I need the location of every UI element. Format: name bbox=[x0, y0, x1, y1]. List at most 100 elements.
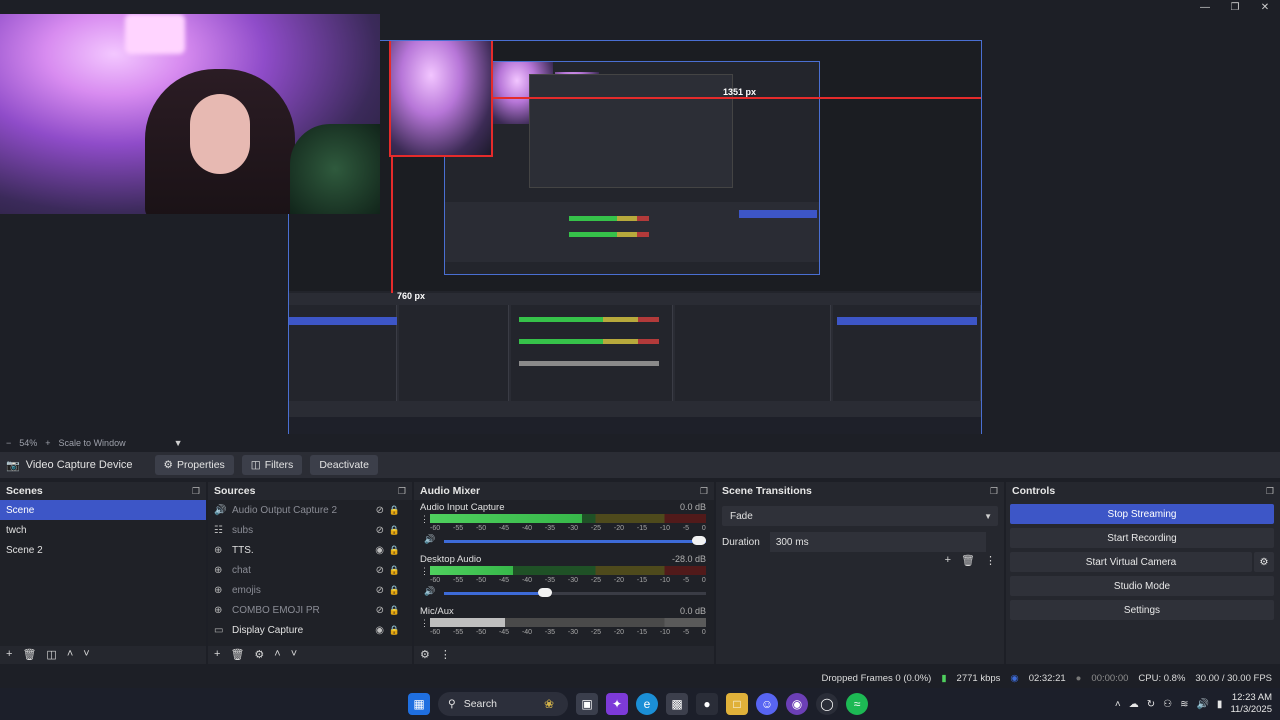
trash-icon[interactable]: 🗑 bbox=[22, 648, 36, 661]
eye-hidden-icon[interactable]: ⊘ bbox=[376, 525, 384, 536]
stop-streaming-button[interactable]: Stop Streaming bbox=[1010, 504, 1274, 524]
eye-hidden-icon[interactable]: ⊘ bbox=[376, 585, 384, 596]
pin-icon[interactable]: ● bbox=[696, 693, 718, 715]
move-up-icon[interactable]: ˄ bbox=[67, 648, 73, 660]
move-up-icon[interactable]: ˄ bbox=[274, 648, 280, 660]
close-icon[interactable]: ✕ bbox=[1250, 0, 1280, 14]
scenes-title: Scenes bbox=[6, 485, 43, 497]
tick-label: -40 bbox=[521, 629, 533, 636]
move-down-icon[interactable]: ˅ bbox=[83, 648, 89, 660]
mixer-channel: Audio Input Capture 0.0 dB ⋮ -60 -55 -50 -45 -4… bbox=[414, 500, 714, 552]
edge-browser-icon[interactable]: e bbox=[636, 693, 658, 715]
lock-icon[interactable]: 🔒 bbox=[389, 505, 400, 516]
source-item[interactable]: ⊕ emojis ⊘ 🔒 bbox=[208, 580, 412, 600]
source-item[interactable]: ☷ subs ⊘ 🔒 bbox=[208, 520, 412, 540]
zoom-in-icon[interactable]: + bbox=[45, 438, 50, 448]
eye-icon[interactable]: ◉ bbox=[375, 625, 384, 636]
undock-icon[interactable]: ❐ bbox=[1266, 486, 1274, 497]
lock-icon[interactable]: 🔒 bbox=[389, 525, 400, 536]
microphone-icon[interactable]: ⚇ bbox=[1163, 699, 1172, 710]
virtual-camera-settings-icon[interactable]: ⚙ bbox=[1254, 552, 1274, 572]
app-icon[interactable]: ◉ bbox=[786, 693, 808, 715]
scene-item-twch[interactable]: twch bbox=[0, 520, 206, 540]
eye-icon[interactable]: ◉ bbox=[375, 545, 384, 556]
source-item[interactable]: ⊕ COMBO EMOJI PR ⊘ 🔒 bbox=[208, 600, 412, 620]
source-item[interactable]: 🔊 Audio Output Capture 2 ⊘ 🔒 bbox=[208, 500, 412, 520]
windows-start-icon[interactable]: ▦ bbox=[408, 693, 430, 715]
task-view-icon[interactable]: ▣ bbox=[576, 693, 598, 715]
wifi-icon[interactable]: ≋ bbox=[1180, 699, 1188, 710]
spotify-icon[interactable]: ≈ bbox=[846, 693, 868, 715]
lock-icon[interactable]: 🔒 bbox=[389, 545, 400, 556]
cloud-icon[interactable]: ☁ bbox=[1129, 699, 1139, 710]
undock-icon[interactable]: ❐ bbox=[192, 486, 200, 497]
channel-menu-icon[interactable]: ⋮ bbox=[420, 618, 429, 629]
transition-select[interactable]: Fade ▼ bbox=[722, 506, 998, 526]
chevron-up-icon[interactable]: ˄ bbox=[1115, 699, 1121, 710]
store-icon[interactable]: ▩ bbox=[666, 693, 688, 715]
chevron-down-icon[interactable]: ▼ bbox=[174, 438, 183, 448]
lock-icon[interactable]: 🔒 bbox=[389, 625, 400, 636]
network-sync-icon[interactable]: ↻ bbox=[1147, 699, 1155, 710]
source-item[interactable]: ⊕ TTS. ◉ 🔒 bbox=[208, 540, 412, 560]
add-icon[interactable]: + bbox=[214, 648, 220, 660]
deactivate-button[interactable]: Deactivate bbox=[310, 455, 378, 475]
undock-icon[interactable]: ❐ bbox=[700, 486, 708, 497]
duration-input[interactable]: 300 ms bbox=[769, 532, 986, 552]
tick-label: -40 bbox=[521, 577, 533, 584]
obs-studio-icon[interactable]: ◯ bbox=[816, 693, 838, 715]
properties-button[interactable]: ⚙ Properties bbox=[154, 455, 234, 475]
gear-icon[interactable]: ⚙ bbox=[254, 648, 264, 661]
source-item[interactable]: ⊕ chat ⊘ 🔒 bbox=[208, 560, 412, 580]
source-item[interactable]: ▭ Display Capture ◉ 🔒 bbox=[208, 620, 412, 640]
volume-slider[interactable]: 🔊 bbox=[424, 534, 706, 546]
undock-icon[interactable]: ❐ bbox=[990, 486, 998, 497]
speaker-icon[interactable]: 🔊 bbox=[424, 534, 435, 545]
scene-item-scene[interactable]: Scene bbox=[0, 500, 206, 520]
maximize-icon[interactable]: ❐ bbox=[1220, 0, 1250, 14]
undock-icon[interactable]: ❐ bbox=[398, 486, 406, 497]
channel-menu-icon[interactable]: ⋮ bbox=[420, 514, 429, 525]
nested-obs-docks: 760 px bbox=[289, 291, 981, 417]
nested-transitions-dock bbox=[675, 305, 831, 401]
minimize-icon[interactable]: — bbox=[1190, 0, 1220, 14]
eye-hidden-icon[interactable]: ⊘ bbox=[376, 565, 384, 576]
slider-knob[interactable] bbox=[538, 588, 553, 597]
taskbar-search[interactable]: ⚲ Search ❀ bbox=[438, 692, 568, 716]
tick-label: -55 bbox=[452, 629, 464, 636]
preview-canvas[interactable]: 1351 px 760 px bbox=[288, 40, 982, 444]
zoom-out-icon[interactable]: − bbox=[6, 438, 11, 448]
advanced-audio-icon[interactable]: ⚙ bbox=[420, 648, 430, 661]
lock-icon[interactable]: 🔒 bbox=[389, 605, 400, 616]
eye-hidden-icon[interactable]: ⊘ bbox=[376, 505, 384, 516]
scene-filters-icon[interactable]: ◫ bbox=[46, 648, 56, 661]
more-options-icon[interactable]: ⋮ bbox=[985, 554, 996, 567]
lock-icon[interactable]: 🔒 bbox=[389, 585, 400, 596]
more-options-icon[interactable]: ⋮ bbox=[440, 648, 451, 661]
scene-item-scene-2[interactable]: Scene 2 bbox=[0, 540, 206, 560]
battery-icon[interactable]: ▮ bbox=[1217, 699, 1223, 710]
system-clock[interactable]: 12:23 AM 11/3/2025 bbox=[1230, 692, 1272, 716]
volume-slider[interactable]: 🔊 bbox=[424, 586, 706, 598]
move-down-icon[interactable]: ˅ bbox=[291, 648, 297, 660]
eye-hidden-icon[interactable]: ⊘ bbox=[376, 605, 384, 616]
speaker-icon[interactable]: 🔊 bbox=[424, 586, 435, 597]
preview-area[interactable]: 1351 px 760 px bbox=[0, 14, 1280, 444]
discord-icon[interactable]: ☺ bbox=[756, 693, 778, 715]
settings-button[interactable]: Settings bbox=[1010, 600, 1274, 620]
add-icon[interactable]: + bbox=[6, 648, 12, 660]
volume-icon[interactable]: 🔊 bbox=[1196, 699, 1208, 710]
slider-knob[interactable] bbox=[692, 536, 706, 545]
file-explorer-icon[interactable]: □ bbox=[726, 693, 748, 715]
filters-button[interactable]: ◫ Filters bbox=[241, 455, 303, 475]
start-virtual-camera-button[interactable]: Start Virtual Camera bbox=[1010, 552, 1252, 572]
start-recording-button[interactable]: Start Recording bbox=[1010, 528, 1274, 548]
studio-mode-button[interactable]: Studio Mode bbox=[1010, 576, 1274, 596]
copilot-icon[interactable]: ✦ bbox=[606, 693, 628, 715]
lock-icon[interactable]: 🔒 bbox=[389, 565, 400, 576]
channel-menu-icon[interactable]: ⋮ bbox=[420, 566, 429, 577]
trash-icon[interactable]: 🗑 bbox=[230, 648, 244, 661]
scale-mode[interactable]: Scale to Window bbox=[59, 438, 126, 448]
add-icon[interactable]: + bbox=[945, 554, 951, 567]
trash-icon[interactable]: 🗑 bbox=[961, 554, 975, 567]
